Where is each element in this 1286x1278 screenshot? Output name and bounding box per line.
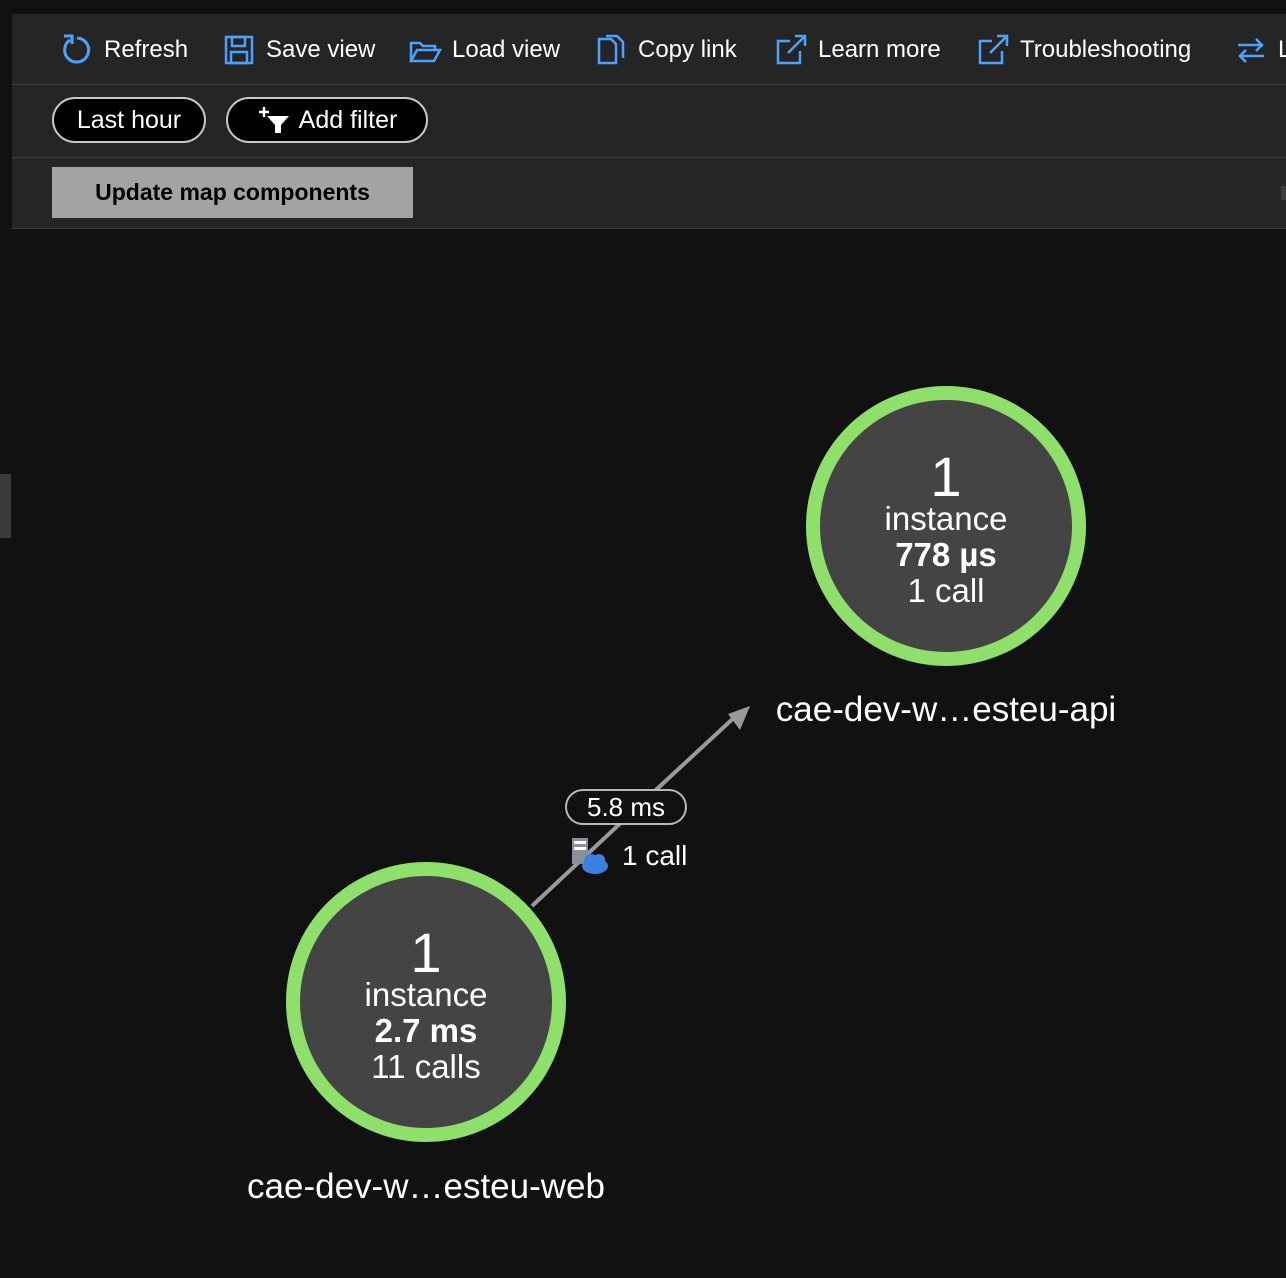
node-api-instance-unit: instance bbox=[884, 500, 1008, 537]
node-api-label[interactable]: cae-dev-w…esteu-api bbox=[776, 690, 1116, 730]
node-web-instance-unit: instance bbox=[364, 976, 488, 1013]
node-api[interactable]: 1 instance 778 µs 1 call bbox=[806, 386, 1086, 666]
node-api-duration: 778 µs bbox=[895, 536, 997, 573]
edge-duration-pill[interactable]: 5.8 ms bbox=[565, 789, 687, 825]
cloud-server-icon bbox=[572, 838, 608, 874]
dependency-edge[interactable] bbox=[0, 0, 1286, 1278]
edge-line-upper bbox=[656, 712, 740, 790]
node-web-duration: 2.7 ms bbox=[374, 1012, 478, 1049]
node-web-calls: 11 calls bbox=[371, 1048, 481, 1085]
node-web[interactable]: 1 instance 2.7 ms 11 calls bbox=[286, 862, 566, 1142]
node-web-label[interactable]: cae-dev-w…esteu-web bbox=[247, 1167, 605, 1207]
node-api-instance-count: 1 bbox=[930, 445, 962, 508]
edge-arrowhead bbox=[728, 706, 750, 730]
node-api-calls: 1 call bbox=[907, 572, 985, 609]
edge-calls-info[interactable]: 1 call bbox=[570, 836, 687, 876]
node-web-instance-count: 1 bbox=[410, 921, 442, 984]
edge-calls-label: 1 call bbox=[622, 840, 688, 871]
